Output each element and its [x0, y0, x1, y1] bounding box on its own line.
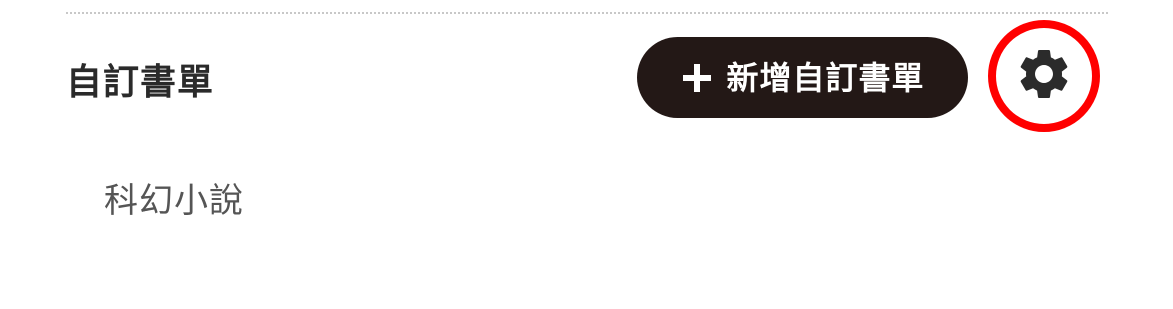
dotted-divider: [66, 12, 1108, 14]
plus-icon: [680, 61, 714, 95]
settings-button[interactable]: [1012, 44, 1076, 108]
gear-icon: [1014, 44, 1074, 108]
list-item[interactable]: 科幻小說: [104, 176, 244, 226]
section-title: 自訂書單: [66, 62, 215, 103]
settings-area: [984, 16, 1112, 144]
custom-booklists-panel: 自訂書單 新增自訂書單 科幻小說: [0, 0, 1173, 309]
booklist-list: 科幻小說: [104, 176, 244, 226]
add-booklist-label: 新增自訂書單: [726, 58, 925, 97]
add-booklist-button[interactable]: 新增自訂書單: [637, 37, 968, 118]
